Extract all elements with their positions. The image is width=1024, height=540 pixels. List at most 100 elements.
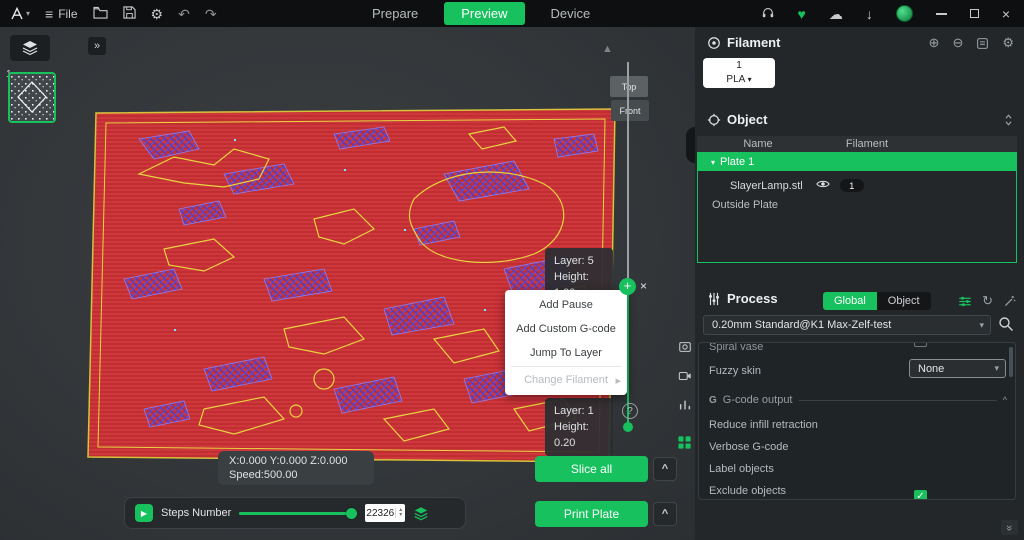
setting-reduce-infill-retraction[interactable]: Reduce infill retraction ✓ xyxy=(699,415,1015,435)
play-button[interactable]: ▶ xyxy=(135,504,153,522)
layer-view-tool-button[interactable] xyxy=(10,35,50,61)
coordinates-position: X:0.000 Y:0.000 Z:0.000 xyxy=(229,454,363,468)
toggle-global[interactable]: Global xyxy=(823,292,877,310)
setting-spiral-vase[interactable]: Spiral vase xyxy=(699,342,1015,357)
remove-filament-button[interactable]: ⊖ xyxy=(952,35,963,51)
filament-list-icon[interactable] xyxy=(976,37,989,50)
gcode-output-label: G-code output xyxy=(723,394,793,406)
download-button[interactable]: ↓ xyxy=(866,7,873,21)
layer-slider-bottom-handle[interactable] xyxy=(623,422,633,432)
filament-settings-button[interactable]: ⚙ xyxy=(1002,35,1014,51)
view-front-button[interactable]: Front xyxy=(611,100,649,121)
row-expand-icon[interactable]: ▾ xyxy=(711,158,715,167)
maximize-button[interactable] xyxy=(970,9,979,18)
spiral-vase-checkbox[interactable] xyxy=(914,342,927,347)
app-logo[interactable]: ▾ xyxy=(10,7,30,20)
toggle-object[interactable]: Object xyxy=(877,292,931,310)
menu-item-change-filament[interactable]: Change Filament ▸ xyxy=(505,368,627,392)
tune-icon[interactable] xyxy=(958,295,972,308)
snapshot-tool-button[interactable] xyxy=(674,336,695,357)
slice-all-button[interactable]: Slice all xyxy=(535,456,648,482)
sort-icon[interactable] xyxy=(1003,114,1014,126)
steps-slider-handle[interactable] xyxy=(346,508,357,519)
logo-icon xyxy=(10,7,24,20)
minimize-button[interactable] xyxy=(936,13,947,15)
setting-label-objects[interactable]: Label objects ✓ xyxy=(699,459,1015,479)
file-menu[interactable]: ≡ File xyxy=(45,7,78,21)
layer-bottom-height: Height: 0.20 xyxy=(554,419,604,451)
exclude-objects-label: Exclude objects xyxy=(709,485,786,497)
undo-button[interactable]: ↶ xyxy=(178,7,190,21)
filament-spool-icon xyxy=(707,36,721,50)
section-collapse-icon[interactable]: ^ xyxy=(1003,395,1007,405)
menu-item-add-custom-gcode[interactable]: Add Custom G-code xyxy=(505,317,627,341)
search-preset-button[interactable] xyxy=(998,316,1014,332)
object-row-plate1-label: Plate 1 xyxy=(720,156,754,168)
filament-slot-material: PLA ▾ xyxy=(703,73,775,87)
plate-manager-button[interactable] xyxy=(674,432,695,453)
camera-up-icon[interactable]: ▲ xyxy=(602,44,613,55)
user-avatar[interactable] xyxy=(896,5,913,22)
panel-collapse-handle[interactable] xyxy=(686,127,695,163)
visibility-toggle[interactable] xyxy=(816,179,830,192)
view-top-button[interactable]: Top xyxy=(610,76,648,97)
redo-button[interactable]: ↷ xyxy=(205,7,217,21)
add-filament-button[interactable]: ⊕ xyxy=(929,35,940,51)
setting-exclude-objects[interactable]: Exclude objects ✓ xyxy=(699,481,1015,500)
play-icon: ▶ xyxy=(141,509,147,518)
filament-title: Filament xyxy=(727,35,780,50)
settings-scrollbar[interactable] xyxy=(1009,347,1013,377)
tab-device[interactable]: Device xyxy=(551,6,591,21)
health-heart-icon[interactable]: ♥ xyxy=(798,7,806,21)
panel-expand-button[interactable]: » xyxy=(1001,520,1018,535)
menu-item-jump-to-layer[interactable]: Jump To Layer xyxy=(505,341,627,365)
setting-fuzzy-skin-label: Fuzzy skin xyxy=(709,365,761,377)
filament-section-header: Filament xyxy=(707,35,780,50)
object-row-plate1[interactable]: ▾ Plate 1 xyxy=(698,153,1016,171)
reset-process-button[interactable]: ↻ xyxy=(982,293,993,309)
cloud-button[interactable]: ☁ xyxy=(829,7,843,21)
save-button[interactable] xyxy=(123,6,136,22)
slice-options-button[interactable]: ^ xyxy=(653,457,677,481)
settings-button[interactable]: ⚙ xyxy=(151,7,164,21)
filament-slot-card[interactable]: 1 PLA ▾ xyxy=(703,58,775,88)
spin-down-icon[interactable]: ▾ xyxy=(399,513,402,518)
wand-icon[interactable] xyxy=(1003,295,1016,308)
object-row-outside-plate[interactable]: Outside Plate xyxy=(698,195,1016,214)
steps-mode-icon[interactable] xyxy=(413,506,429,521)
stats-tool-button[interactable] xyxy=(674,394,695,415)
gcode-preview-render[interactable] xyxy=(84,79,624,471)
tab-prepare[interactable]: Prepare xyxy=(372,6,418,21)
process-preset-select[interactable]: 0.20mm Standard@K1 Max-Zelf-test ▾ xyxy=(703,315,991,335)
setting-verbose-gcode[interactable]: Verbose G-code ✓ xyxy=(699,437,1015,457)
layer-marker-close-icon[interactable]: × xyxy=(640,280,647,292)
process-section-header: Process xyxy=(707,291,778,306)
print-options-button[interactable]: ^ xyxy=(653,502,677,526)
gcode-output-section[interactable]: G G-code output ^ xyxy=(699,391,1015,409)
filament-assignment-value: 1 xyxy=(849,181,854,191)
open-file-button[interactable] xyxy=(93,6,108,22)
slice-caret-icon: ^ xyxy=(662,463,668,475)
layer-context-menu: Add Pause Add Custom G-code Jump To Laye… xyxy=(505,290,627,395)
fuzzy-skin-select[interactable]: None ▾ xyxy=(909,359,1006,378)
preview-viewport[interactable]: » 1 xyxy=(0,27,695,540)
section-divider xyxy=(799,400,997,401)
record-tool-button[interactable] xyxy=(674,365,695,386)
filament-assignment-badge[interactable]: 1 xyxy=(840,179,864,192)
steps-value-field[interactable]: 22326 ▴ ▾ xyxy=(365,504,405,522)
help-button[interactable]: ? xyxy=(622,403,638,419)
support-button[interactable] xyxy=(761,6,775,22)
close-button[interactable]: × xyxy=(1002,7,1010,21)
print-plate-button[interactable]: Print Plate xyxy=(535,501,648,527)
object-row-slayerlamp[interactable]: SlayerLamp.stl 1 xyxy=(698,176,1016,195)
object-header-actions xyxy=(1003,114,1014,126)
steps-slider[interactable] xyxy=(239,507,357,519)
layer-slider-handle[interactable]: + xyxy=(619,278,636,295)
menu-item-add-pause[interactable]: Add Pause xyxy=(505,293,627,317)
steps-slider-track xyxy=(239,512,357,515)
plate-thumbnail-image xyxy=(10,74,54,121)
expand-plate-list-button[interactable]: » xyxy=(88,37,106,55)
steps-spinner[interactable]: ▴ ▾ xyxy=(395,508,405,518)
tab-preview[interactable]: Preview xyxy=(444,2,524,25)
plate-thumbnail[interactable] xyxy=(8,72,56,123)
